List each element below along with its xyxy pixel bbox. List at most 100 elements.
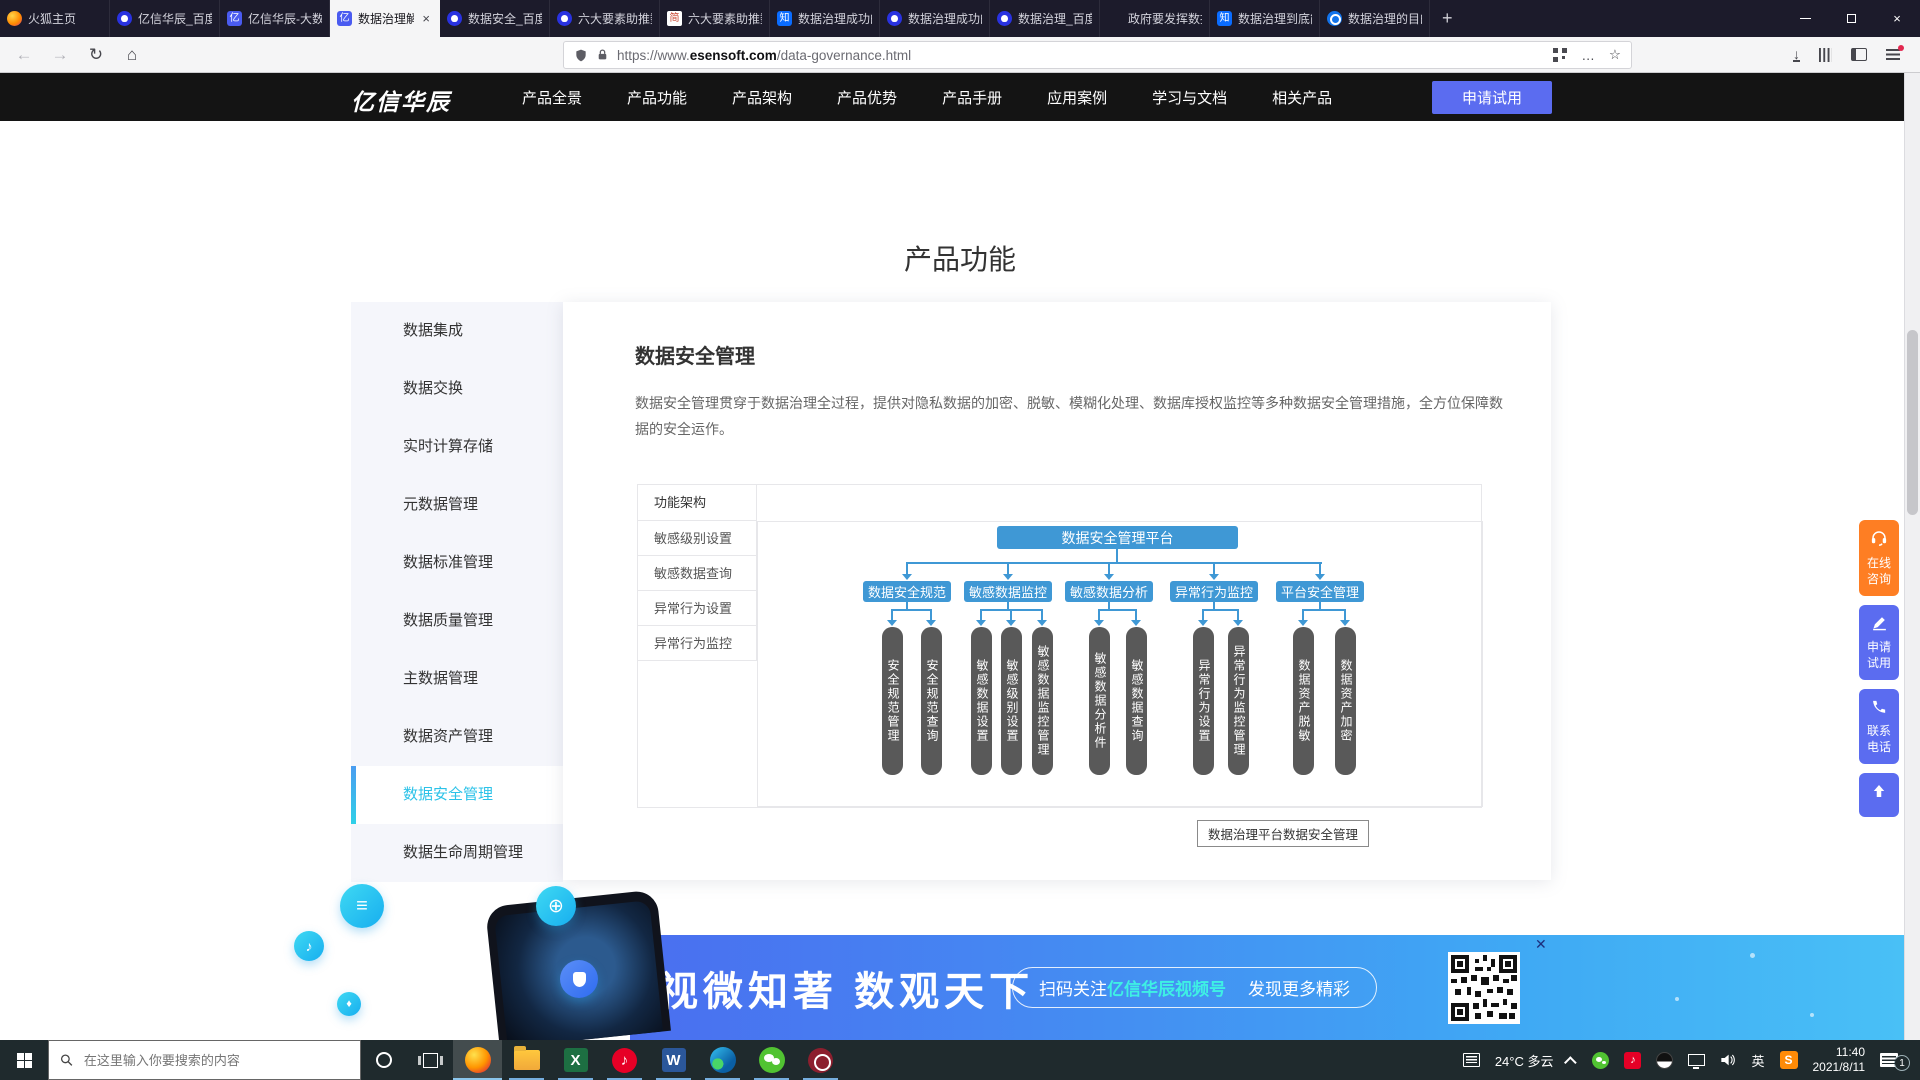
sidebars-icon[interactable]	[1851, 48, 1867, 61]
sidebar-item[interactable]: 数据资产管理	[351, 708, 563, 766]
sidebar-item[interactable]: 数据交换	[351, 360, 563, 418]
scrollbar-thumb[interactable]	[1907, 330, 1918, 515]
back-to-top-button[interactable]	[1859, 773, 1899, 817]
browser-tab[interactable]: 数据治理的目的	[1320, 0, 1430, 37]
tab-strip: 火狐主页亿信华辰_百度搜亿信华辰-大数据数据治理解决×数据安全_百度百六大要素助…	[0, 0, 1430, 37]
wechat-tray-icon[interactable]	[1592, 1052, 1609, 1069]
downloads-icon[interactable]: ↓	[1793, 48, 1800, 62]
wechat-app-icon[interactable]	[747, 1040, 796, 1080]
input-language[interactable]: 英	[1751, 1051, 1764, 1070]
browser-tab[interactable]: 数据治理成功的	[880, 0, 990, 37]
qq-tray-icon[interactable]	[1656, 1052, 1673, 1069]
browser-tab[interactable]: 亿信华辰-大数据	[220, 0, 330, 37]
browser-tab[interactable]: 数据治理成功的	[770, 0, 880, 37]
browser-tab[interactable]: 火狐主页	[0, 0, 110, 37]
reload-icon[interactable]: ↻	[80, 45, 112, 65]
bookmark-star-icon[interactable]: ☆	[1609, 47, 1621, 63]
diagram-root-node: 数据安全管理平台	[997, 526, 1238, 549]
feature-subtab[interactable]: 敏感级别设置	[638, 521, 757, 556]
speaker-icon[interactable]	[1720, 1053, 1736, 1067]
notification-icon[interactable]: 1	[1880, 1053, 1898, 1067]
sidebar-item[interactable]: 主数据管理	[351, 650, 563, 708]
shield-icon[interactable]	[574, 48, 588, 63]
nav-item[interactable]: 相关产品	[1272, 87, 1332, 108]
news-icon[interactable]	[1463, 1053, 1480, 1067]
edge-app-icon[interactable]	[698, 1040, 747, 1080]
phone-icon	[1871, 698, 1888, 723]
float-phone-button[interactable]: 联系电话	[1859, 689, 1899, 764]
banner-close-icon[interactable]: ✕	[1535, 937, 1547, 951]
nav-item[interactable]: 产品功能	[627, 87, 687, 108]
nav-item[interactable]: 学习与文档	[1152, 87, 1227, 108]
firefox-favicon	[7, 11, 22, 26]
minimize-button[interactable]	[1782, 0, 1828, 37]
forward-icon[interactable]: →	[44, 45, 76, 65]
hidden-icons-chevron[interactable]	[1564, 1056, 1577, 1069]
browser-tab[interactable]: 亿信华辰_百度搜	[110, 0, 220, 37]
sidebar-item[interactable]: 数据安全管理	[351, 766, 563, 824]
qr-action-icon[interactable]	[1553, 48, 1567, 62]
library-icon[interactable]	[1819, 48, 1832, 62]
sidebar-item[interactable]: 数据集成	[351, 302, 563, 360]
browser-tab[interactable]: 数据治理到底能	[1210, 0, 1320, 37]
taskbar-search[interactable]	[48, 1040, 361, 1080]
back-icon[interactable]: ←	[8, 45, 40, 65]
sidebar-item[interactable]: 数据生命周期管理	[351, 824, 563, 882]
browser-tab[interactable]: 六大要素助推数	[660, 0, 770, 37]
display-icon[interactable]	[1688, 1054, 1705, 1066]
home-icon[interactable]: ⌂	[116, 45, 148, 65]
cortana-icon[interactable]	[361, 1040, 407, 1080]
banner-pill: 扫码关注亿信华辰视频号发现更多精彩	[1012, 967, 1377, 1008]
address-bar[interactable]: https://www.esensoft.com/data-governance…	[563, 41, 1632, 69]
nav-item[interactable]: 产品全景	[522, 87, 582, 108]
sidebar-item[interactable]: 实时计算存储	[351, 418, 563, 476]
float-headset-button[interactable]: 在线咨询	[1859, 520, 1899, 596]
browser-tab[interactable]: 数据治理解决×	[330, 0, 440, 37]
tab-close-icon[interactable]: ×	[420, 11, 432, 26]
browser-tab[interactable]: 政府要发挥数据治理	[1100, 0, 1210, 37]
sogou-icon[interactable]: S	[1780, 1051, 1798, 1069]
weather-text[interactable]: 24°C 多云	[1495, 1051, 1554, 1070]
url-text[interactable]: https://www.esensoft.com/data-governance…	[617, 48, 911, 63]
feature-subtab[interactable]: 异常行为监控	[638, 626, 757, 661]
baidu-favicon	[117, 11, 132, 26]
netease-music-app-icon[interactable]: ♪	[600, 1040, 649, 1080]
nav-item[interactable]: 应用案例	[1047, 87, 1107, 108]
product-sidebar: 数据集成数据交换实时计算存储元数据管理数据标准管理数据质量管理主数据管理数据资产…	[351, 302, 563, 882]
browser-tab[interactable]: 数据安全_百度百	[440, 0, 550, 37]
feature-subtab[interactable]: 敏感数据查询	[638, 556, 757, 591]
list-icon: ≡	[340, 884, 384, 928]
feature-subtab[interactable]: 异常行为设置	[638, 591, 757, 626]
trial-cta-button[interactable]: 申请试用	[1432, 81, 1552, 114]
site-logo[interactable]: 亿信华辰	[351, 83, 451, 117]
taskbar-clock[interactable]: 11:402021/8/11	[1813, 1045, 1866, 1075]
explorer-app-icon[interactable]	[502, 1040, 551, 1080]
firefox-app-icon[interactable]	[453, 1040, 502, 1080]
browser-tab[interactable]: 数据治理_百度百	[990, 0, 1100, 37]
sidebar-item[interactable]: 数据标准管理	[351, 534, 563, 592]
search-input[interactable]	[82, 1052, 349, 1069]
meeting-app-icon[interactable]	[796, 1040, 845, 1080]
excel-app-icon[interactable]: X	[551, 1040, 600, 1080]
close-button[interactable]: ×	[1874, 0, 1920, 37]
tab-function-architecture[interactable]: 功能架构	[638, 485, 757, 521]
netease-tray-icon[interactable]: ♪	[1624, 1052, 1641, 1069]
jianshu-favicon	[667, 11, 682, 26]
word-app-icon[interactable]: W	[649, 1040, 698, 1080]
page-actions-icon[interactable]: …	[1581, 48, 1595, 63]
sidebar-item[interactable]: 元数据管理	[351, 476, 563, 534]
tab-title: 数据治理到底能	[1238, 10, 1312, 27]
nav-item[interactable]: 产品手册	[942, 87, 1002, 108]
nav-item[interactable]: 产品架构	[732, 87, 792, 108]
browser-tab[interactable]: 六大要素助推数	[550, 0, 660, 37]
restore-button[interactable]	[1828, 0, 1874, 37]
diagram-leaf-bar: 数据资产加密	[1335, 627, 1356, 775]
task-view-icon[interactable]	[407, 1040, 453, 1080]
menu-icon[interactable]	[1886, 49, 1900, 60]
start-button[interactable]	[0, 1040, 48, 1080]
new-tab-button[interactable]: +	[1430, 0, 1465, 37]
sidebar-item[interactable]: 数据质量管理	[351, 592, 563, 650]
nav-item[interactable]: 产品优势	[837, 87, 897, 108]
float-pencil-button[interactable]: 申请试用	[1859, 605, 1899, 680]
baidu-favicon	[557, 11, 572, 26]
